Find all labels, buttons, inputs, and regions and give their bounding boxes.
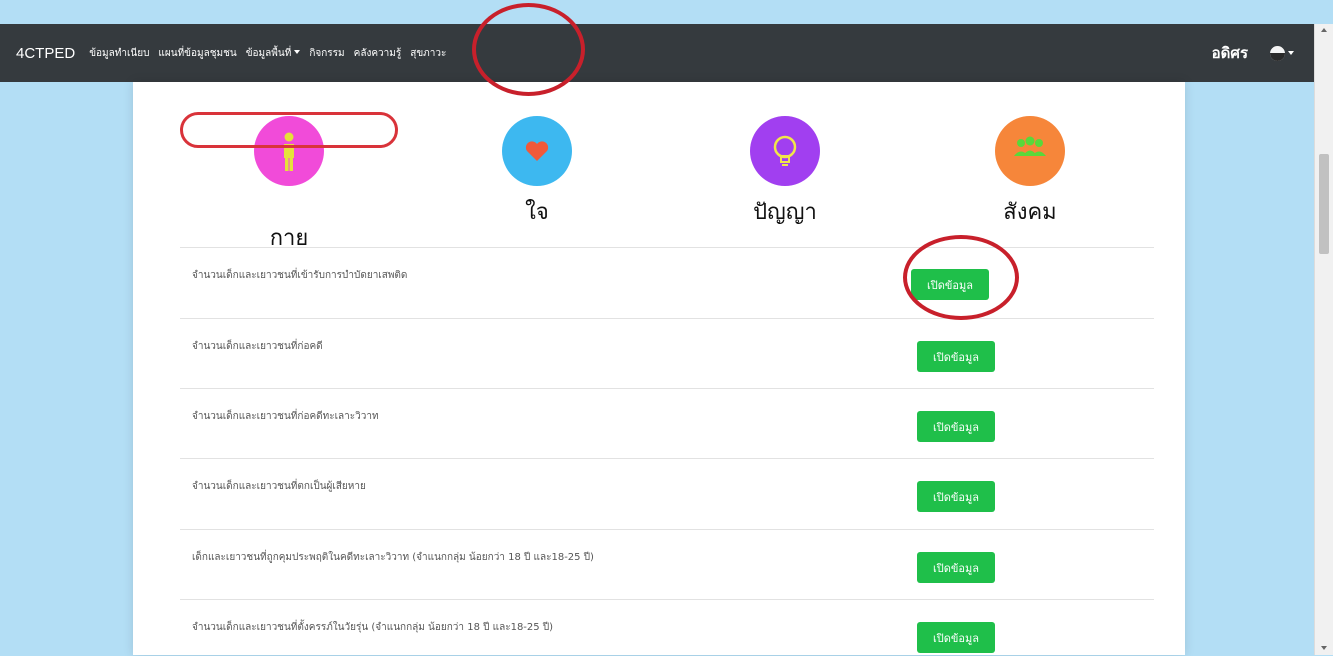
category-wisdom-label: ปัญญา bbox=[753, 200, 817, 225]
nav-item-directory[interactable]: ข้อมูลทำเนียบ bbox=[89, 46, 149, 61]
chevron-down-icon bbox=[294, 49, 301, 54]
annotation-circle-nav bbox=[472, 3, 585, 96]
category-social-circle bbox=[995, 116, 1065, 186]
category-social[interactable]: สังคม bbox=[950, 116, 1110, 229]
row-label: จำนวนเด็กและเยาวชนที่ตกเป็นผู้เสียหาย bbox=[192, 481, 366, 492]
open-data-button[interactable]: เปิดข้อมูล bbox=[917, 411, 995, 442]
row-label: จำนวนเด็กและเยาวชนที่ตั้งครรภ์ในวัยรุ่น … bbox=[192, 622, 554, 633]
category-social-label: สังคม bbox=[1003, 200, 1057, 225]
category-wisdom-circle bbox=[750, 116, 820, 186]
category-mind[interactable]: ใจ bbox=[457, 116, 617, 229]
heart-icon bbox=[525, 141, 549, 161]
category-highlight-outline bbox=[180, 112, 398, 148]
page-scrollbar[interactable] bbox=[1314, 24, 1333, 655]
category-mind-circle bbox=[502, 116, 572, 186]
data-row: จำนวนเด็กและเยาวชนที่ก่อคดีทะเลาะวิวาท เ… bbox=[180, 388, 1154, 459]
username: อดิศร bbox=[1211, 44, 1248, 62]
open-data-button[interactable]: เปิดข้อมูล bbox=[917, 622, 995, 653]
annotation-circle-button bbox=[903, 235, 1019, 320]
data-row: จำนวนเด็กและเยาวชนที่ก่อคดี เปิดข้อมูล bbox=[180, 318, 1154, 389]
nav-item-wellbeing[interactable]: สุขภาวะ bbox=[410, 46, 446, 61]
scroll-thumb[interactable] bbox=[1319, 154, 1329, 254]
scroll-down-arrow-icon[interactable] bbox=[1321, 646, 1327, 650]
nav-item-activities[interactable]: กิจกรรม bbox=[309, 46, 344, 61]
open-data-button[interactable]: เปิดข้อมูล bbox=[917, 341, 995, 372]
nav-item-area-data-label: ข้อมูลพื้นที่ bbox=[245, 47, 292, 59]
nav-menu: ข้อมูลทำเนียบ แผนที่ข้อมูลชุมชน ข้อมูลพื… bbox=[89, 46, 455, 61]
nav-item-community-map[interactable]: แผนที่ข้อมูลชุมชน bbox=[158, 46, 236, 61]
row-label: จำนวนเด็กและเยาวชนที่ก่อคดีทะเลาะวิวาท bbox=[192, 411, 379, 422]
nav-item-knowledge[interactable]: คลังความรู้ bbox=[354, 46, 402, 61]
brand-logo[interactable]: 4CTPED bbox=[16, 45, 75, 62]
row-label: เด็กและเยาวชนที่ถูกคุมประพฤติในคดีทะเลาะ… bbox=[192, 552, 594, 563]
chevron-down-icon bbox=[1288, 51, 1294, 55]
data-row: เด็กและเยาวชนที่ถูกคุมประพฤติในคดีทะเลาะ… bbox=[180, 529, 1154, 600]
scroll-up-arrow-icon[interactable] bbox=[1321, 28, 1327, 32]
category-mind-label: ใจ bbox=[525, 200, 549, 225]
user-menu[interactable]: อดิศร bbox=[1212, 24, 1294, 82]
open-data-button[interactable]: เปิดข้อมูล bbox=[917, 481, 995, 512]
row-label: จำนวนเด็กและเยาวชนที่ก่อคดี bbox=[192, 341, 323, 352]
category-wisdom[interactable]: ปัญญา bbox=[705, 116, 865, 229]
data-row: จำนวนเด็กและเยาวชนที่ตั้งครรภ์ในวัยรุ่น … bbox=[180, 599, 1154, 656]
people-icon bbox=[1014, 136, 1046, 156]
nav-item-area-data[interactable]: ข้อมูลพื้นที่ bbox=[246, 46, 301, 61]
data-row: จำนวนเด็กและเยาวชนที่ตกเป็นผู้เสียหาย เป… bbox=[180, 458, 1154, 529]
avatar-icon[interactable] bbox=[1270, 45, 1285, 61]
row-label: จำนวนเด็กและเยาวชนที่เข้ารับการบำบัดยาเส… bbox=[192, 270, 408, 281]
top-navbar: 4CTPED ข้อมูลทำเนียบ แผนที่ข้อมูลชุมชน ข… bbox=[0, 24, 1314, 82]
open-data-button[interactable]: เปิดข้อมูล bbox=[917, 552, 995, 583]
lightbulb-icon bbox=[773, 135, 797, 166]
